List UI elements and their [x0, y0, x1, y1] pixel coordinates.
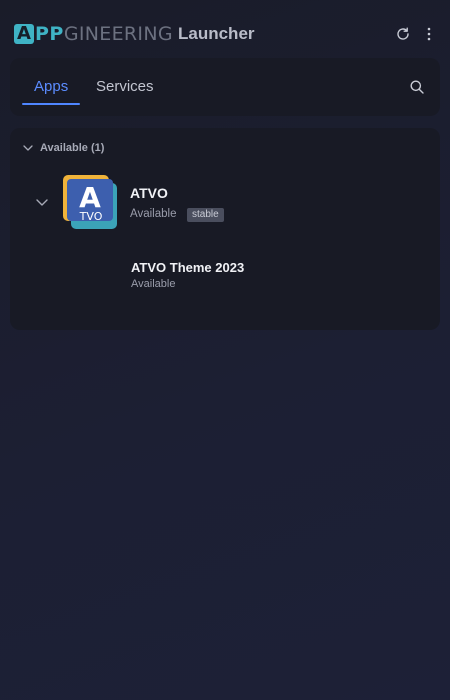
sub-item-name[interactable]: ATVO Theme 2023 — [131, 260, 244, 275]
app-title: Launcher — [178, 24, 255, 43]
atvo-logo-icon: A TVO — [63, 175, 117, 229]
sub-item-status: Available — [131, 278, 176, 290]
icon-subtitle: TVO — [79, 210, 103, 223]
more-vertical-icon — [427, 27, 431, 41]
chevron-down-icon — [36, 199, 48, 206]
logo-letter-a: A — [14, 24, 34, 44]
refresh-button[interactable] — [393, 24, 413, 44]
app-header: A PP GINEERING Launcher — [0, 0, 450, 66]
tab-apps[interactable]: Apps — [34, 78, 68, 95]
more-options-button[interactable] — [419, 24, 439, 44]
refresh-icon — [397, 27, 409, 40]
logo-rest-text: GINEERING — [63, 23, 173, 45]
expand-app-toggle[interactable] — [34, 194, 50, 210]
search-icon — [410, 80, 424, 94]
active-tab-indicator — [22, 103, 80, 105]
channel-badge: stable — [187, 208, 224, 222]
logo-accent-text: PP — [35, 23, 64, 45]
app-list: Available (1) A TVO ATVO Available stabl… — [10, 128, 440, 330]
search-button[interactable] — [408, 78, 426, 96]
group-label: Available (1) — [40, 142, 105, 154]
appgineering-logo: A PP GINEERING — [14, 23, 173, 45]
tabs-bar: Apps Services — [10, 58, 440, 116]
atvo-app-icon[interactable]: A TVO — [63, 175, 117, 229]
tab-services[interactable]: Services — [96, 78, 154, 95]
group-header-available[interactable]: Available (1) — [22, 140, 104, 156]
app-name[interactable]: ATVO — [130, 185, 168, 201]
app-status: Available — [130, 208, 177, 220]
chevron-down-icon — [23, 145, 33, 151]
